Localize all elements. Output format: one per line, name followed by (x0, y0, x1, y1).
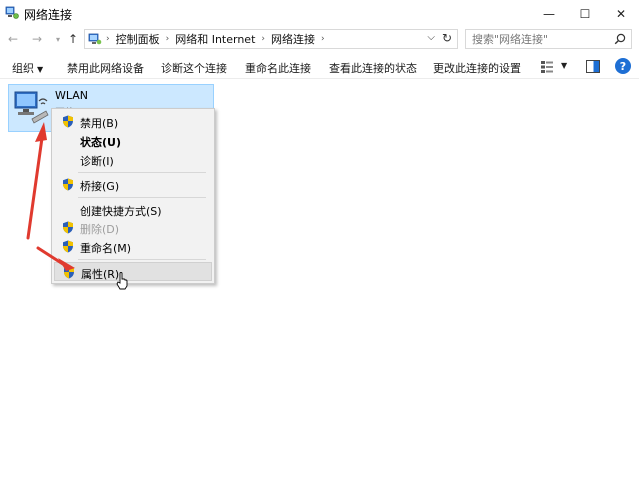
refresh-icon[interactable]: ↻ (442, 31, 452, 45)
change-settings-button[interactable]: 更改此连接的设置 (433, 60, 521, 76)
help-icon[interactable]: ? (615, 58, 631, 74)
uac-shield-icon (64, 266, 74, 279)
organize-menu-button[interactable]: 组织 ▼ (12, 60, 43, 76)
title-bar: 网络连接 — ☐ ✕ (0, 0, 639, 27)
breadcrumb-separator-icon[interactable]: › (321, 34, 325, 44)
context-menu: 禁用(B) 状态(U) 诊断(I) 桥接(G) 创建快捷方式(S) 删除(D) … (51, 108, 215, 284)
disable-device-button[interactable]: 禁用此网络设备 (67, 60, 144, 76)
menu-separator (78, 259, 206, 260)
chevron-down-icon: ▾ (55, 34, 60, 44)
back-button[interactable]: ← (5, 31, 21, 47)
menu-item-disable[interactable]: 禁用(B) (54, 112, 212, 131)
minimize-button[interactable]: — (530, 0, 568, 27)
control-panel-icon (88, 33, 102, 45)
breadcrumb-network-internet[interactable]: 网络和 Internet (175, 31, 255, 47)
close-button[interactable]: ✕ (602, 0, 639, 27)
address-dropdown-icon[interactable]: ⌵ (427, 32, 435, 43)
connection-name: WLAN (55, 89, 89, 102)
breadcrumb-network-connections[interactable]: 网络连接 (271, 31, 315, 47)
menu-separator (78, 172, 206, 173)
menu-item-label: 状态(U) (80, 136, 121, 149)
annotation-arrow-up (26, 122, 47, 240)
breadcrumb-control-panel[interactable]: 控制面板 (116, 31, 160, 47)
command-bar: 组织 ▼ 禁用此网络设备 诊断这个连接 重命名此连接 查看此连接的状态 更改此连接… (0, 56, 639, 79)
search-input[interactable] (472, 32, 602, 46)
address-bar[interactable]: › 控制面板 › 网络和 Internet › 网络连接 › ⌵ ↻ (84, 29, 458, 49)
uac-shield-icon (63, 115, 73, 128)
back-arrow-icon: ← (7, 32, 19, 46)
menu-item-label: 诊断(I) (80, 155, 114, 168)
menu-separator (78, 197, 206, 198)
menu-item-label: 删除(D) (80, 223, 120, 236)
explorer-window: 网络连接 — ☐ ✕ ← → ▾ ↑ › 控制面板 › 网络和 Internet… (0, 0, 639, 481)
menu-item-delete: 删除(D) (54, 218, 212, 237)
preview-pane-icon[interactable] (586, 60, 600, 73)
help-label: ? (619, 59, 627, 73)
breadcrumb-separator-icon: › (106, 34, 110, 44)
rename-connection-button[interactable]: 重命名此连接 (245, 60, 311, 76)
close-icon: ✕ (615, 6, 627, 21)
diagnose-connection-button[interactable]: 诊断这个连接 (161, 60, 227, 76)
search-box[interactable] (465, 29, 632, 49)
menu-item-label: 禁用(B) (80, 117, 119, 130)
view-status-button[interactable]: 查看此连接的状态 (329, 60, 417, 76)
uac-shield-icon (63, 240, 73, 253)
search-icon[interactable] (614, 33, 626, 45)
address-row: ← → ▾ ↑ › 控制面板 › 网络和 Internet › 网络连接 › ⌵… (0, 27, 639, 51)
menu-item-properties[interactable]: 属性(R) (54, 262, 212, 281)
up-arrow-icon: ↑ (67, 32, 79, 46)
menu-item-bridge[interactable]: 桥接(G) (54, 175, 212, 194)
recent-locations-button[interactable]: ▾ (50, 31, 66, 47)
menu-item-create-shortcut[interactable]: 创建快捷方式(S) (54, 200, 212, 219)
uac-shield-icon (63, 178, 73, 191)
up-button[interactable]: ↑ (65, 31, 81, 47)
forward-arrow-icon: → (31, 32, 43, 46)
network-connections-icon (5, 6, 19, 19)
menu-item-label: 桥接(G) (80, 180, 120, 193)
menu-item-label: 重命名(M) (80, 242, 132, 255)
breadcrumb-separator-icon[interactable]: › (166, 34, 170, 44)
mouse-cursor-icon (116, 272, 128, 290)
menu-item-label: 创建快捷方式(S) (80, 205, 162, 218)
wireless-adapter-icon (14, 91, 49, 124)
view-dropdown-icon[interactable]: ▼ (561, 61, 567, 70)
maximize-icon: ☐ (579, 6, 591, 21)
forward-button[interactable]: → (29, 31, 45, 47)
organize-label: 组织 (12, 62, 34, 75)
window-title: 网络连接 (24, 8, 73, 22)
menu-item-label: 属性(R) (81, 268, 120, 281)
caret-down-icon: ▼ (37, 65, 44, 74)
menu-item-rename[interactable]: 重命名(M) (54, 237, 212, 256)
menu-item-status[interactable]: 状态(U) (54, 131, 212, 150)
maximize-button[interactable]: ☐ (566, 0, 604, 27)
minimize-icon: — (543, 6, 555, 21)
breadcrumb-separator-icon[interactable]: › (261, 34, 265, 44)
view-options-icon[interactable] (540, 60, 554, 74)
menu-item-diagnose[interactable]: 诊断(I) (54, 150, 212, 169)
uac-shield-icon (63, 221, 73, 234)
